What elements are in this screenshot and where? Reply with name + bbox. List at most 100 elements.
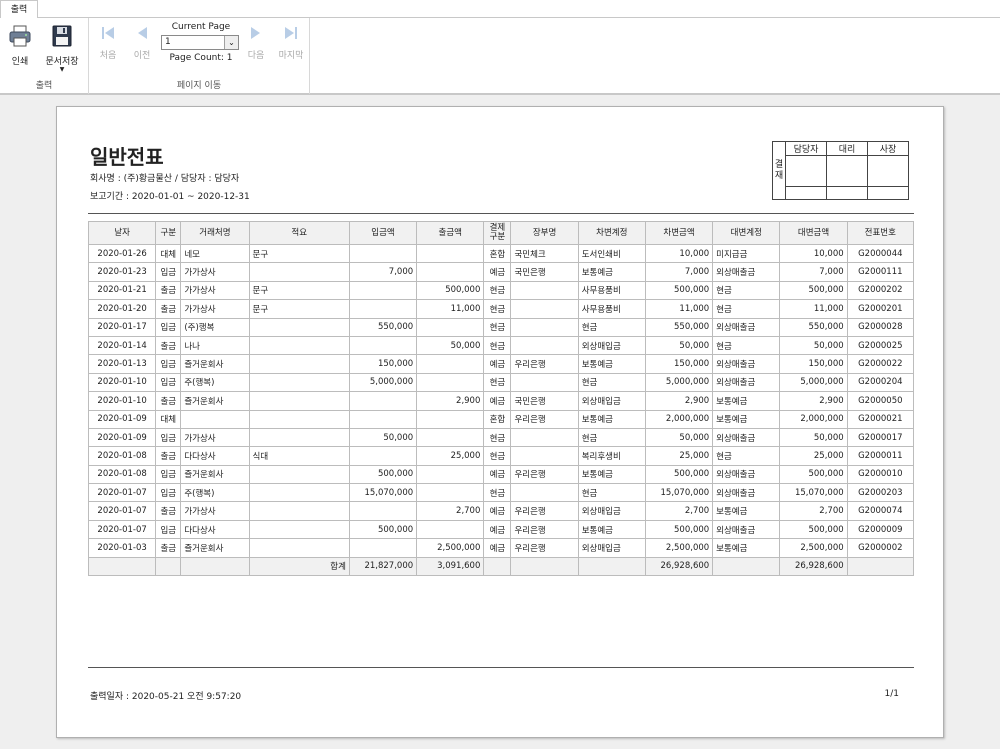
table-cell: 보통예금 [712,409,781,429]
table-cell: G2000017 [846,427,915,448]
table-cell: 5,000,000 [348,372,418,393]
table-cell: 2020-01-13 [87,354,157,374]
table-cell: 외상매입금 [577,335,646,356]
column-header: 전표번호 [846,221,915,245]
table-cell: 출금 [155,391,182,411]
table-cell: 2,500,000 [644,538,714,558]
table-cell: 미지급금 [712,243,781,264]
table-cell: 현금 [712,299,781,319]
table-cell: 나나 [180,335,250,356]
table-cell: 입금 [155,519,182,540]
table-cell [348,243,418,264]
table-cell: 입금 [155,317,182,337]
table-cell: 출금 [155,501,182,521]
current-page-label: Current Page [171,22,231,32]
table-cell: 25,000 [416,446,485,466]
table-row: 2020-01-07 출금 가가상사 2,700 예금 우리은행 외상매입금 2,700 보통예… [87,501,915,521]
table-row: 2020-01-10 입금 주(행복) 5,000,000 현금 현금 5,000,000 외… [87,372,915,393]
table-cell [416,262,485,282]
tab-output[interactable]: 출력 [0,0,38,19]
table-row: 2020-01-08 출금 다다상사 식대 25,000 현금 복리후생비 25,000 현금 2… [87,446,915,466]
table-cell: 2020-01-21 [87,280,157,301]
table-cell: 예금 [483,391,512,411]
table-cell: 500,000 [416,280,485,301]
table-cell: 문구 [248,299,350,319]
column-header: 날자 [87,221,157,245]
table-cell: 2020-01-03 [87,538,157,558]
ribbon-tab-bar: 출력 [0,0,1000,19]
next-page-button[interactable]: 다음 [243,24,269,61]
table-cell: 주(행복) [180,483,250,503]
approval-col: 사장 [867,141,909,156]
table-cell: 복리후생비 [577,446,646,466]
table-cell: 현금 [483,317,512,337]
output-group-label: 출력 [35,81,53,91]
report-page: 일반전표 회사명 : (주)황금물산 / 담당자 : 담당자 보고기간 : 20… [56,106,944,738]
table-cell: 2020-01-07 [87,501,157,521]
table-cell [348,538,418,558]
table-cell: G2000044 [846,243,915,264]
total-debit: 26,928,600 [644,556,714,577]
table-cell: 2,000,000 [779,409,848,429]
table-cell [248,483,350,503]
table-cell: 보통예금 [712,391,781,411]
current-page-select[interactable]: 1 ⌄ [161,35,239,50]
table-cell: 2,500,000 [416,538,485,558]
print-preview-area[interactable]: 일반전표 회사명 : (주)황금물산 / 담당자 : 담당자 보고기간 : 20… [0,94,1000,749]
column-header: 장부명 [510,221,579,245]
table-cell: 우리은행 [510,501,579,521]
table-cell: 네모 [180,243,250,264]
table-cell: 7,000 [644,262,714,282]
table-cell [510,427,579,448]
table-cell [180,409,250,429]
table-cell: 대체 [155,243,182,264]
table-cell [348,335,418,356]
approval-col: 담당자 [785,141,827,156]
column-header: 출금액 [416,221,485,245]
table-cell: 현금 [577,372,646,393]
table-cell [416,317,485,337]
table-cell: 2,700 [779,501,848,521]
table-cell: 우리은행 [510,354,579,374]
first-page-icon [102,27,114,39]
table-cell: 외상매출금 [712,427,781,448]
table-cell: 2020-01-09 [87,409,157,429]
table-cell [416,519,485,540]
table-row: 2020-01-08 입금 즐거운회사 500,000 예금 우리은행 보통예금 500,00… [87,464,915,485]
company-info: 회사명 : (주)황금물산 / 담당자 : 담당자 [90,174,240,184]
first-page-button[interactable]: 처음 [95,24,121,61]
table-cell [348,299,418,319]
previous-page-button[interactable]: 이전 [129,24,155,61]
table-cell [248,538,350,558]
table-cell: 외상매입금 [577,538,646,558]
next-page-label: 다음 [247,51,265,61]
table-row: 2020-01-13 입금 즐거운회사 150,000 예금 우리은행 보통예금 150,00… [87,354,915,374]
table-cell: 외상매출금 [712,372,781,393]
table-cell: 가가상사 [180,501,250,521]
table-cell [416,427,485,448]
table-cell [416,354,485,374]
table-cell: 보통예금 [712,538,781,558]
table-cell: 현금 [483,446,512,466]
table-cell: 현금 [577,317,646,337]
table-cell: 보통예금 [712,501,781,521]
table-cell [510,317,579,337]
table-cell: 2020-01-14 [87,335,157,356]
table-cell: 가가상사 [180,280,250,301]
printer-icon [9,25,31,47]
table-cell [416,464,485,485]
save-document-button[interactable]: 문서저장 ▼ [40,24,84,73]
print-button[interactable]: 인쇄 [5,24,35,67]
table-cell: 출금 [155,299,182,319]
chevron-down-icon[interactable]: ⌄ [224,36,238,49]
table-cell [416,243,485,264]
table-cell: 가가상사 [180,427,250,448]
print-label: 인쇄 [11,57,29,67]
table-cell: 150,000 [644,354,714,374]
dropdown-arrow-icon[interactable]: ▼ [40,67,84,73]
table-cell: 현금 [483,427,512,448]
table-cell: 도서인쇄비 [577,243,646,264]
table-cell [248,427,350,448]
table-cell: 문구 [248,243,350,264]
last-page-button[interactable]: 마지막 [275,24,307,61]
